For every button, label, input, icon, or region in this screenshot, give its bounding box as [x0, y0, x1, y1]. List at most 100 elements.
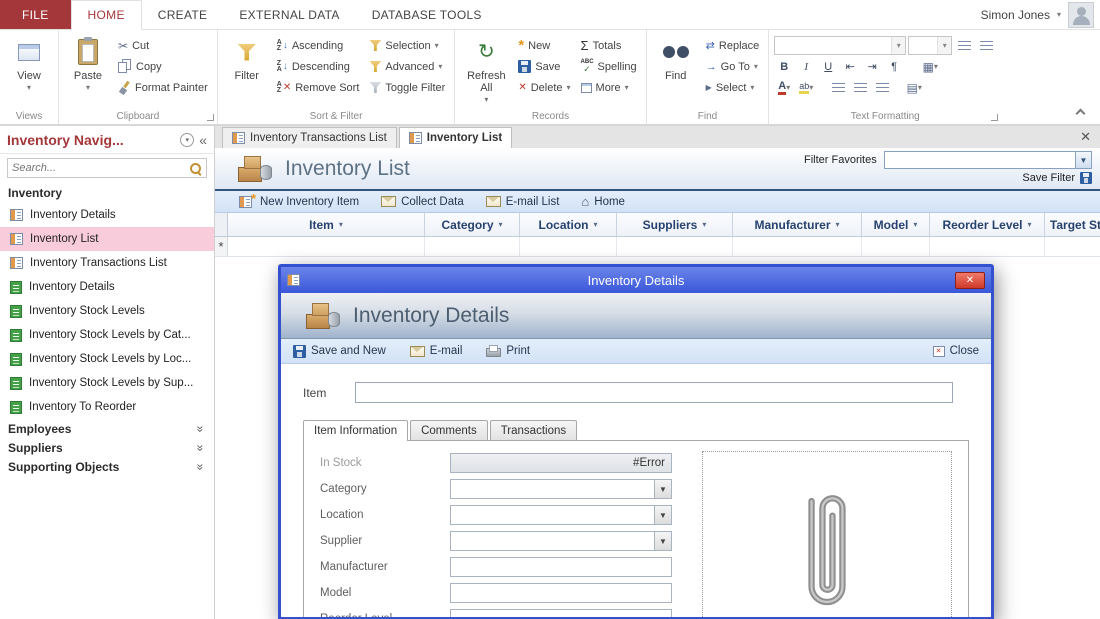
dialog-close-button[interactable]: ✕ [955, 271, 985, 289]
find-button[interactable]: Find [652, 32, 700, 108]
tab-external-data[interactable]: EXTERNAL DATA [223, 0, 355, 29]
account-menu[interactable]: Simon Jones ▾ [981, 0, 1100, 29]
underline-button[interactable]: U [818, 57, 838, 76]
manufacturer-input[interactable] [450, 557, 672, 577]
nav-item-inventory-list[interactable]: Inventory List [0, 227, 214, 251]
selection-button[interactable]: Selection ▾ [365, 35, 449, 56]
collect-data-button[interactable]: Collect Data [381, 196, 464, 208]
select-button[interactable]: ▶ Select ▾ [702, 77, 764, 98]
column-header-item[interactable]: Item ▾ [228, 213, 425, 236]
remove-sort-button[interactable]: ✕ Remove Sort [273, 77, 364, 98]
location-combo[interactable]: ▼ [450, 505, 672, 525]
save-and-new-button[interactable]: Save and New [293, 344, 386, 358]
navigation-pane-header[interactable]: Inventory Navig... ▾ « [0, 126, 214, 154]
new-record-button[interactable]: * New [514, 35, 574, 56]
email-list-button[interactable]: E-mail List [485, 196, 559, 208]
tab-file[interactable]: FILE [0, 0, 71, 29]
reorder-level-input[interactable] [450, 609, 672, 617]
font-name-combo[interactable]: ▾ [774, 36, 907, 55]
nav-section-supporting-objects[interactable]: Supporting Objects » [0, 457, 214, 476]
column-header-location[interactable]: Location ▾ [520, 213, 617, 236]
home-button[interactable]: ⌂ Home [581, 195, 625, 208]
close-form-button[interactable]: Close [932, 345, 979, 357]
format-painter-button[interactable]: Format Painter [114, 77, 212, 98]
nav-section-inventory[interactable]: Inventory [0, 182, 214, 203]
delete-button[interactable]: ✕ Delete ▾ [514, 77, 574, 98]
cut-button[interactable]: ✂ Cut [114, 35, 212, 56]
new-record-row[interactable]: * [215, 237, 1100, 257]
save-filter-label[interactable]: Save Filter [1022, 172, 1075, 184]
align-left-button[interactable] [828, 78, 848, 97]
align-right-button[interactable] [872, 78, 892, 97]
background-color-button[interactable]: ▤ ▾ [904, 78, 924, 97]
save-record-button[interactable]: Save [514, 56, 574, 77]
tab-transactions[interactable]: Transactions [489, 420, 578, 440]
decrease-indent-button[interactable]: ⇤ [840, 57, 860, 76]
dialog-launcher-icon[interactable] [206, 114, 214, 121]
tab-item-information[interactable]: Item Information [303, 420, 409, 441]
toggle-filter-button[interactable]: Toggle Filter [365, 77, 449, 98]
font-size-combo[interactable]: ▾ [908, 36, 953, 55]
category-combo[interactable]: ▼ [450, 479, 672, 499]
descending-button[interactable]: ↓ Descending [273, 56, 364, 77]
refresh-all-button[interactable]: ↻ Refresh All ▾ [460, 32, 512, 108]
view-button[interactable]: View ▾ [5, 32, 53, 108]
tab-database-tools[interactable]: DATABASE TOOLS [356, 0, 498, 29]
doc-tab-inventory-list[interactable]: Inventory List [398, 127, 513, 148]
save-filter-icon[interactable] [1080, 172, 1092, 184]
supplier-combo[interactable]: ▼ [450, 531, 672, 551]
nav-item-inventory-transactions-list[interactable]: Inventory Transactions List [0, 251, 214, 275]
attachment-field[interactable] [702, 451, 952, 617]
nav-item-stock-levels-by-location[interactable]: Inventory Stock Levels by Loc... [0, 347, 214, 371]
column-header-target-stock[interactable]: Target St▾ [1045, 213, 1100, 236]
nav-menu-icon[interactable]: ▾ [180, 132, 195, 147]
tab-home[interactable]: HOME [70, 0, 142, 30]
search-icon[interactable] [189, 162, 202, 175]
column-header-suppliers[interactable]: Suppliers ▾ [617, 213, 733, 236]
align-center-button[interactable] [850, 78, 870, 97]
bullets-button[interactable] [954, 36, 974, 55]
print-button[interactable]: Print [486, 345, 530, 357]
go-to-button[interactable]: → Go To ▾ [702, 56, 764, 77]
close-document-icon[interactable]: ✕ [1080, 129, 1091, 145]
dialog-launcher-icon[interactable] [991, 114, 999, 121]
nav-item-inventory-details-form[interactable]: Inventory Details [0, 203, 214, 227]
nav-section-employees[interactable]: Employees » [0, 419, 214, 438]
tab-comments[interactable]: Comments [410, 420, 488, 440]
numbering-button[interactable] [976, 36, 996, 55]
spelling-button[interactable]: Spelling [577, 56, 641, 77]
highlight-button[interactable]: ab ▾ [796, 78, 816, 97]
nav-item-stock-levels-by-supplier[interactable]: Inventory Stock Levels by Sup... [0, 371, 214, 395]
ascending-button[interactable]: ↓ Ascending [273, 35, 364, 56]
collapse-ribbon-icon[interactable] [1075, 108, 1086, 119]
copy-button[interactable]: Copy [114, 56, 212, 77]
font-color-button[interactable]: A ▾ [774, 78, 794, 97]
column-header-manufacturer[interactable]: Manufacturer ▾ [733, 213, 862, 236]
nav-section-suppliers[interactable]: Suppliers » [0, 438, 214, 457]
item-input[interactable] [355, 382, 953, 403]
text-direction-button[interactable]: ¶ [884, 57, 904, 76]
gridlines-button[interactable]: ▦ ▾ [920, 57, 940, 76]
filter-favorites-combo[interactable]: ▼ [883, 151, 1092, 169]
column-header-reorder-level[interactable]: Reorder Level ▾ [930, 213, 1045, 236]
nav-item-inventory-to-reorder[interactable]: Inventory To Reorder [0, 395, 214, 419]
paste-button[interactable]: Paste ▾ [64, 32, 112, 108]
dialog-title-bar[interactable]: Inventory Details ✕ [281, 267, 991, 293]
increase-indent-button[interactable]: ⇥ [862, 57, 882, 76]
more-button[interactable]: More ▾ [577, 77, 641, 98]
nav-item-stock-levels-by-category[interactable]: Inventory Stock Levels by Cat... [0, 323, 214, 347]
search-input[interactable] [12, 162, 189, 174]
italic-button[interactable]: I [796, 57, 816, 76]
replace-button[interactable]: ⇄ Replace [702, 35, 764, 56]
advanced-button[interactable]: Advanced ▾ [365, 56, 449, 77]
column-header-category[interactable]: Category ▾ [425, 213, 520, 236]
doc-tab-inventory-transactions-list[interactable]: Inventory Transactions List [222, 127, 397, 148]
model-input[interactable] [450, 583, 672, 603]
nav-item-inventory-stock-levels[interactable]: Inventory Stock Levels [0, 299, 214, 323]
bold-button[interactable]: B [774, 57, 794, 76]
email-button[interactable]: E-mail [409, 345, 462, 357]
filter-button[interactable]: Filter [223, 32, 271, 108]
new-inventory-item-button[interactable]: * New Inventory Item [239, 191, 359, 208]
nav-item-inventory-details-report[interactable]: Inventory Details [0, 275, 214, 299]
totals-button[interactable]: Σ Totals [577, 35, 641, 56]
